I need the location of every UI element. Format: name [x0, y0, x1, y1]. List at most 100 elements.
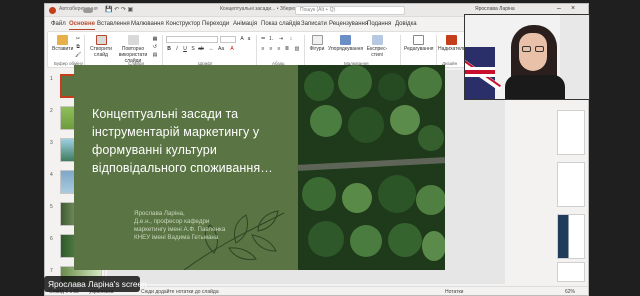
arrange-label: Упорядкування [328, 46, 364, 52]
shadow-icon[interactable]: S [190, 46, 196, 52]
divider [256, 35, 257, 66]
minimize-icon[interactable]: – [557, 5, 561, 12]
presenter-face [519, 33, 547, 71]
bold-icon[interactable]: B [166, 46, 172, 52]
align-left-icon[interactable]: ≡ [260, 46, 266, 52]
font-size-select[interactable] [220, 36, 236, 43]
editing-button[interactable]: Редагування [404, 35, 433, 52]
arrange-button[interactable]: Упорядкування [328, 35, 364, 52]
reuse-slides-icon [127, 35, 139, 45]
align-center-icon[interactable]: ≡ [268, 46, 274, 52]
search-input[interactable]: Пошук (Alt + Q) [295, 6, 405, 15]
tab-file[interactable]: Файл [51, 21, 66, 27]
bullets-icon[interactable]: ≔ [260, 36, 266, 42]
shapes-icon [311, 35, 323, 45]
author-university: КНЕУ імені Вадима Гетьмана [134, 234, 219, 241]
tab-draw[interactable]: Малювання [131, 21, 164, 27]
tab-insert[interactable]: Вставлення [97, 21, 130, 27]
italic-icon[interactable]: I [174, 46, 180, 52]
spacing-icon[interactable]: ↔ [208, 46, 214, 52]
design-idea-thumbnail[interactable] [557, 162, 585, 207]
copy-icon[interactable]: ⧉ [75, 44, 81, 50]
increase-font-icon[interactable]: A [239, 36, 245, 42]
author-degree: Д.е.н., професор кафедри [134, 218, 210, 225]
tree-shape [408, 67, 442, 99]
new-slide-icon [95, 35, 107, 45]
font-name-select[interactable] [166, 36, 218, 43]
author-department: маркетингу імені А.Ф. Павленка [134, 226, 226, 233]
quick-styles-icon [371, 35, 383, 45]
slide-author-block[interactable]: Ярослава Ларіна, Д.е.н., професор кафедр… [134, 210, 225, 242]
quick-styles-label: Експрес-стилі [366, 46, 388, 58]
indent-icon[interactable]: ⇥ [278, 36, 284, 42]
font-color-icon[interactable]: A [229, 46, 235, 52]
shapes-label: Фігури [309, 46, 325, 52]
underline-icon[interactable]: U [182, 46, 188, 52]
current-slide[interactable]: Концептуальні засади та інструментарій м… [74, 65, 445, 270]
close-icon[interactable]: × [571, 5, 575, 12]
user-name[interactable]: Ярослава Ларіна [475, 6, 515, 12]
tree-shape [348, 107, 384, 143]
paste-label: Вставити [52, 46, 74, 52]
screen-share-label: Ярослава Ларіна's screen [44, 276, 147, 292]
strikethrough-icon[interactable]: ab [198, 46, 204, 52]
tab-help[interactable]: Довідка [395, 21, 417, 27]
slide-title[interactable]: Концептуальні засади та інструментарій м… [92, 105, 302, 177]
tab-home[interactable]: Основне [69, 21, 95, 30]
reuse-slides-button[interactable]: Повторно використати слайди [116, 35, 150, 64]
tab-animations[interactable]: Анімація [233, 21, 257, 27]
designer-icon [445, 35, 457, 45]
tab-design[interactable]: Конструктор [166, 21, 200, 27]
tab-review[interactable]: Рецензування [329, 21, 368, 27]
autosave-toggle[interactable] [83, 8, 93, 13]
thumb-number: 3 [50, 140, 53, 146]
thumb-number: 2 [50, 108, 53, 114]
case-icon[interactable]: Aa [218, 46, 224, 52]
zoom-level[interactable]: 62% [565, 289, 575, 295]
design-idea-thumbnail[interactable] [557, 110, 585, 155]
divider [400, 35, 401, 66]
author-name: Ярослава Ларіна, [134, 210, 185, 217]
cut-icon[interactable]: ✂ [75, 36, 81, 42]
quick-access-icons[interactable]: 💾 ↶ ↷ ▣ [105, 6, 133, 13]
designer-panel [513, 70, 588, 288]
shapes-button[interactable]: Фігури [306, 35, 328, 52]
reset-icon[interactable]: ↺ [152, 44, 158, 50]
divider [162, 35, 163, 66]
decrease-font-icon[interactable]: a [246, 36, 252, 42]
design-idea-thumbnail[interactable] [557, 262, 585, 282]
line-spacing-icon[interactable]: ↕ [288, 36, 294, 42]
designer-button[interactable]: Надихатель [438, 35, 466, 52]
section-icon[interactable]: ▤ [152, 52, 158, 58]
columns-icon[interactable]: ▥ [294, 46, 300, 52]
tab-transitions[interactable]: Переходи [202, 21, 229, 27]
designer-label: Надихатель [438, 46, 466, 52]
align-right-icon[interactable]: ≡ [276, 46, 282, 52]
tab-record[interactable]: Записати [301, 21, 327, 27]
format-painter-icon[interactable]: 🖌 [75, 52, 81, 58]
meeting-stage: Автозбереження 💾 ↶ ↷ ▣ Концептуальні зас… [0, 0, 640, 296]
quick-styles-button[interactable]: Експрес-стилі [364, 35, 390, 58]
layout-icon[interactable]: ▦ [152, 36, 158, 42]
new-slide-button[interactable]: Створити слайд [88, 35, 114, 58]
thumb-number: 6 [50, 236, 53, 242]
tree-shape [388, 223, 422, 257]
notes-button[interactable]: Нотатки [445, 289, 463, 295]
tab-view[interactable]: Подання [367, 21, 391, 27]
tree-shape [378, 73, 406, 101]
tree-shape [418, 125, 444, 151]
tree-shape [338, 65, 372, 99]
design-idea-thumbnail[interactable] [557, 214, 585, 259]
notes-placeholder[interactable]: Сюди додайте нотатки до слайда [141, 289, 219, 295]
numbering-icon[interactable]: ⒈ [268, 36, 274, 42]
tree-shape [378, 175, 416, 213]
justify-icon[interactable]: ≣ [284, 46, 290, 52]
paste-button[interactable]: Вставити [52, 35, 74, 52]
tab-slideshow[interactable]: Показ слайдів [261, 21, 300, 27]
thumb-number: 5 [50, 204, 53, 210]
uk-flag [465, 47, 503, 99]
powerpoint-logo-icon [49, 7, 56, 14]
divider [436, 35, 437, 66]
tree-shape [302, 177, 336, 211]
glasses [535, 46, 544, 52]
